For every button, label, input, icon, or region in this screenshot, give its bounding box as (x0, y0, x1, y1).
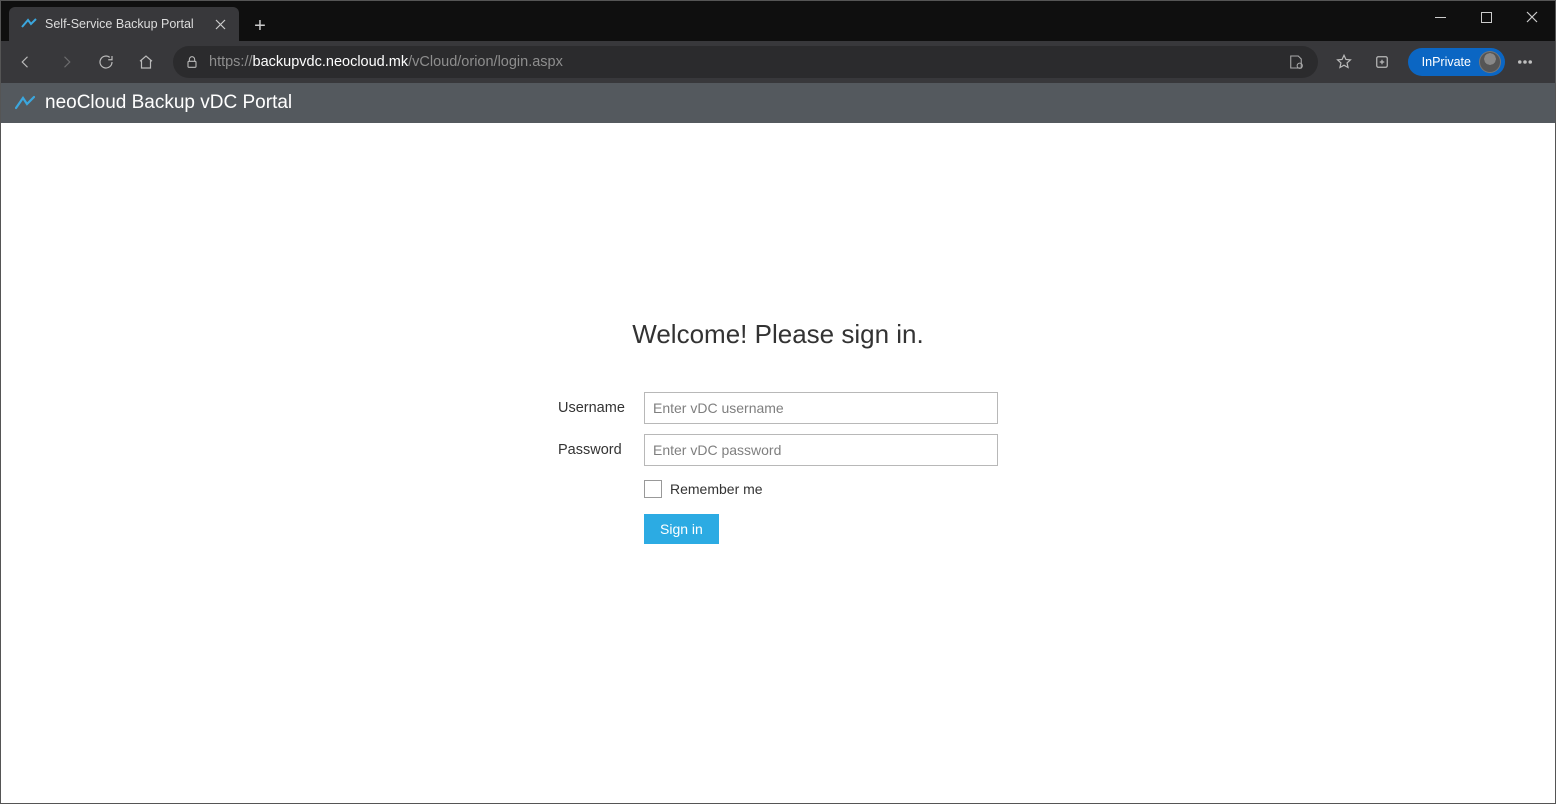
tab-close-icon[interactable] (211, 15, 229, 33)
browser-tab-active[interactable]: Self-Service Backup Portal (9, 7, 239, 41)
favorites-icon[interactable] (1326, 45, 1362, 79)
username-row: Username (558, 392, 998, 424)
remember-me-row: Remember me (644, 480, 998, 498)
inprivate-label: InPrivate (1422, 55, 1471, 69)
browser-tabs: Self-Service Backup Portal + (1, 1, 275, 41)
welcome-heading: Welcome! Please sign in. (558, 319, 998, 350)
remember-me-label: Remember me (670, 481, 763, 497)
lock-icon (183, 53, 201, 71)
window-maximize-button[interactable] (1463, 1, 1509, 33)
nav-back-button[interactable] (7, 45, 45, 79)
browser-chrome: Self-Service Backup Portal + (1, 1, 1555, 83)
address-bar[interactable]: https://backupvdc.neocloud.mk/vCloud/ori… (173, 46, 1318, 78)
tab-title: Self-Service Backup Portal (45, 17, 203, 31)
browser-toolbar: https://backupvdc.neocloud.mk/vCloud/ori… (1, 41, 1555, 83)
collections-icon[interactable] (1364, 45, 1400, 79)
username-label: Username (558, 400, 644, 416)
tab-favicon-icon (21, 16, 37, 32)
inprivate-indicator[interactable]: InPrivate (1408, 48, 1505, 76)
window-controls (1417, 1, 1555, 33)
profile-avatar-icon (1479, 51, 1501, 73)
window-minimize-button[interactable] (1417, 1, 1463, 33)
more-menu-icon[interactable] (1507, 45, 1543, 79)
button-row: Sign in (644, 514, 998, 544)
new-tab-button[interactable]: + (245, 11, 275, 41)
address-bar-url: https://backupvdc.neocloud.mk/vCloud/ori… (209, 54, 1276, 70)
reading-mode-icon[interactable] (1284, 50, 1308, 74)
app-title: neoCloud Backup vDC Portal (45, 92, 292, 114)
username-input[interactable] (644, 392, 998, 424)
remember-me-checkbox[interactable] (644, 480, 662, 498)
page-content: Welcome! Please sign in. Username Passwo… (1, 123, 1555, 803)
browser-titlebar: Self-Service Backup Portal + (1, 1, 1555, 41)
nav-home-button[interactable] (127, 45, 165, 79)
nav-refresh-button[interactable] (87, 45, 125, 79)
nav-forward-button[interactable] (47, 45, 85, 79)
password-label: Password (558, 442, 644, 458)
password-row: Password (558, 434, 998, 466)
window-close-button[interactable] (1509, 1, 1555, 33)
app-logo-icon (15, 93, 35, 113)
toolbar-right: InPrivate (1326, 45, 1549, 79)
app-header: neoCloud Backup vDC Portal (1, 83, 1555, 123)
signin-button[interactable]: Sign in (644, 514, 719, 544)
password-input[interactable] (644, 434, 998, 466)
login-panel: Welcome! Please sign in. Username Passwo… (558, 319, 998, 544)
